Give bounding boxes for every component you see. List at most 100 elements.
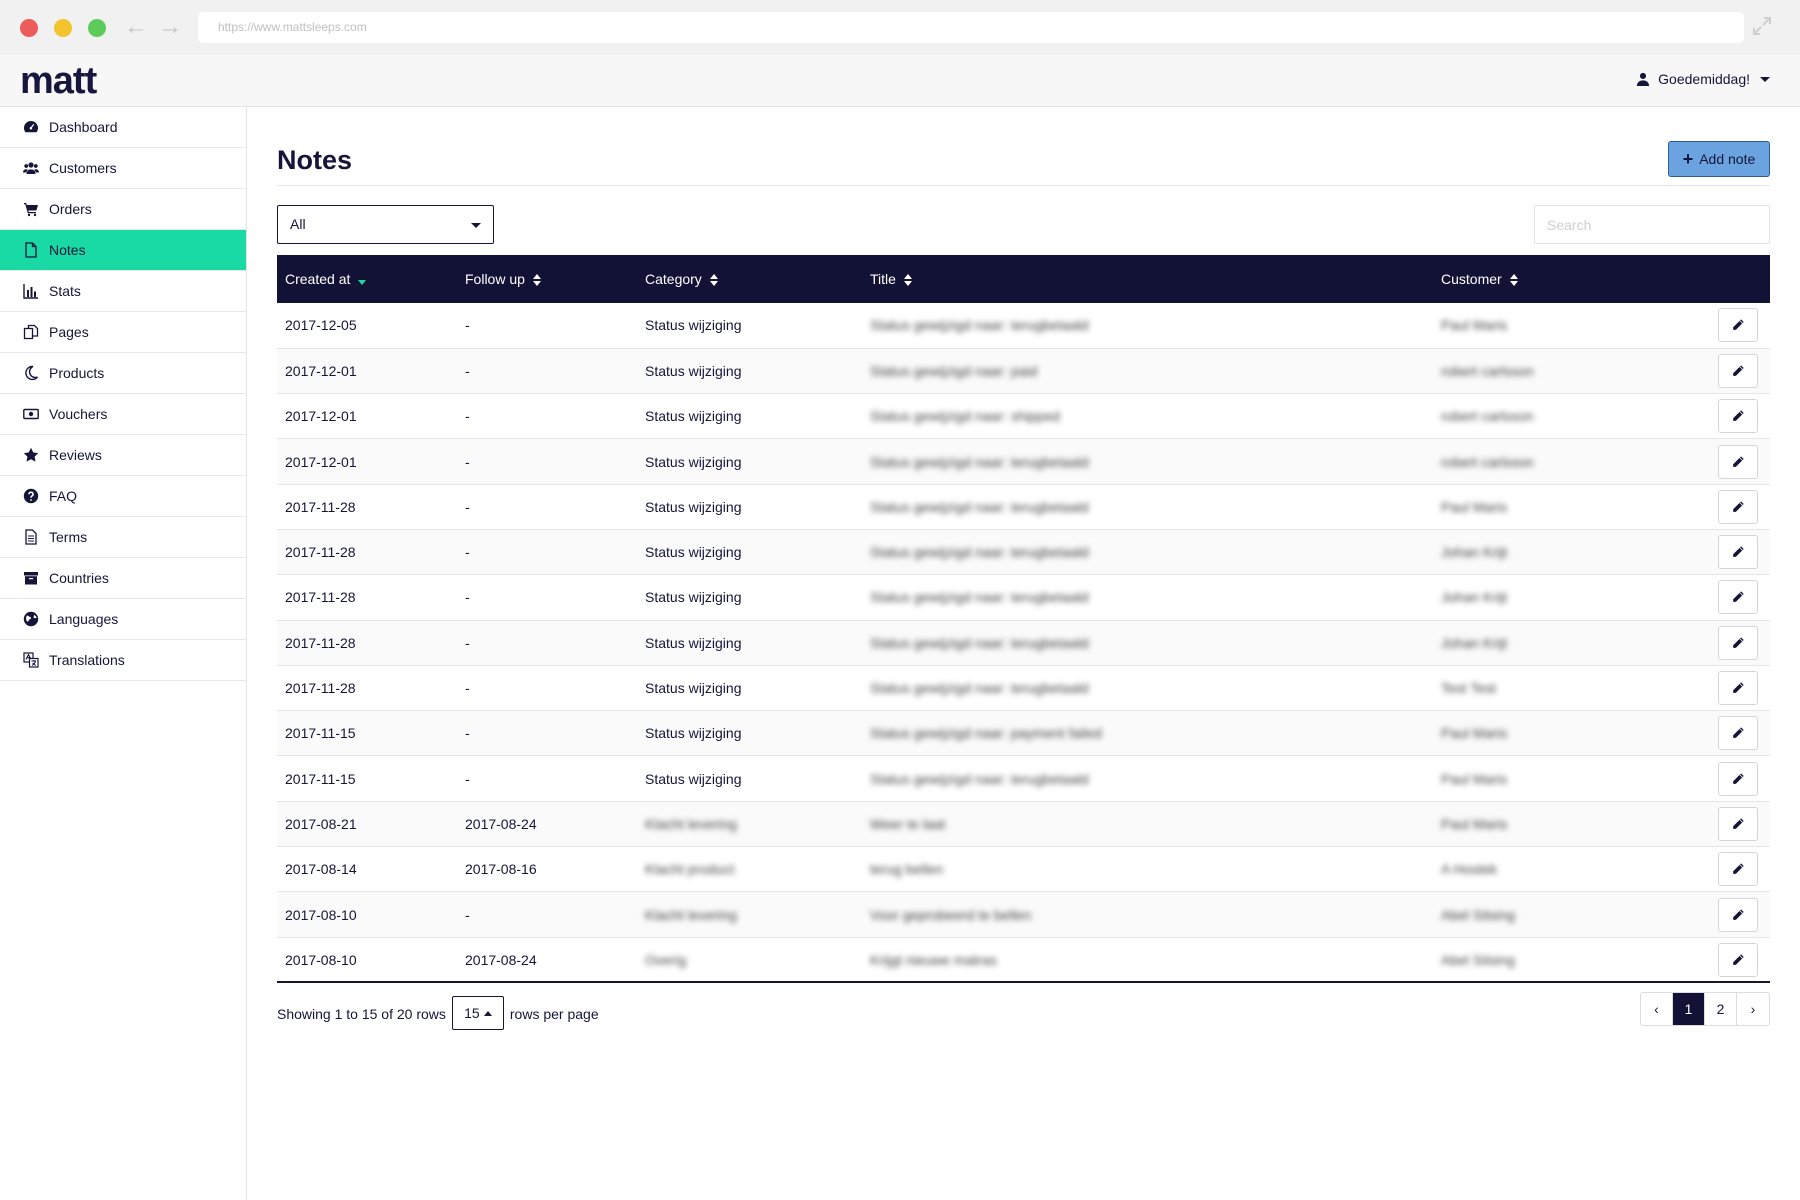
cell-category: Overig xyxy=(645,951,687,968)
table-row[interactable]: 2017-12-01 - Status wijziging Status gewijz… xyxy=(277,348,1770,394)
edit-note-button[interactable] xyxy=(1718,535,1758,570)
edit-note-button[interactable] xyxy=(1718,806,1758,841)
table-row[interactable]: 2017-11-15 - Status wijziging Status gewijz… xyxy=(277,756,1770,802)
sidebar-item-dashboard[interactable]: Dashboard xyxy=(0,107,246,148)
cell-follow-up: - xyxy=(465,680,470,697)
close-window-dot[interactable] xyxy=(20,19,38,37)
table-row[interactable]: 2017-08-14 2017-08-16 Klacht product terug … xyxy=(277,847,1770,892)
sidebar-item-languages[interactable]: Languages xyxy=(0,599,246,640)
pencil-icon xyxy=(1731,953,1745,967)
cell-actions xyxy=(1650,801,1770,846)
column-created-at[interactable]: Created at xyxy=(277,255,457,303)
edit-note-button[interactable] xyxy=(1718,399,1758,434)
edit-note-button[interactable] xyxy=(1718,761,1758,796)
cell-title-td: Status gewijzigd naar: terugbetaald xyxy=(862,575,1433,620)
edit-note-button[interactable] xyxy=(1718,942,1758,977)
edit-note-button[interactable] xyxy=(1718,580,1758,615)
cell-customer: Paul Maris xyxy=(1441,725,1508,742)
cell-created-at: 2017-12-05 xyxy=(285,317,357,334)
cell-actions xyxy=(1650,847,1770,892)
page-2-button[interactable]: 2 xyxy=(1705,993,1737,1025)
cell-created-at-td: 2017-11-28 xyxy=(277,575,457,620)
column-label: Title xyxy=(870,271,896,287)
edit-note-button[interactable] xyxy=(1718,625,1758,660)
cell-follow-up: - xyxy=(465,725,470,742)
table-row[interactable]: 2017-12-01 - Status wijziging Status gewijz… xyxy=(277,394,1770,439)
cell-category: Status wijziging xyxy=(645,770,742,787)
cell-follow-up: - xyxy=(465,317,470,334)
rows-per-page-select[interactable]: 15 xyxy=(451,996,504,1030)
table-row[interactable]: 2017-11-28 - Status wijziging Status gewijz… xyxy=(277,665,1770,711)
cell-title: Status gewijzigd naar: shipped xyxy=(870,408,1060,425)
table-row[interactable]: 2017-11-28 - Status wijziging Status gewijz… xyxy=(277,620,1770,666)
column-title[interactable]: Title xyxy=(862,255,1433,303)
page-1-button[interactable]: 1 xyxy=(1673,993,1705,1025)
maximize-window-dot[interactable] xyxy=(88,19,106,37)
edit-note-button[interactable] xyxy=(1718,444,1758,479)
cell-actions xyxy=(1650,303,1770,348)
sidebar-item-orders[interactable]: Orders xyxy=(0,189,246,230)
edit-note-button[interactable] xyxy=(1718,353,1758,388)
search-input[interactable] xyxy=(1534,205,1770,244)
sort-icon xyxy=(532,274,541,287)
sidebar-item-terms[interactable]: Terms xyxy=(0,517,246,558)
sidebar-item-stats[interactable]: Stats xyxy=(0,271,246,312)
table-row[interactable]: 2017-11-28 - Status wijziging Status gewijz… xyxy=(277,575,1770,621)
sidebar-item-products[interactable]: Products xyxy=(0,353,246,394)
cell-title: Krijgt nieuwe matras xyxy=(870,951,997,968)
sidebar-item-translations[interactable]: Translations xyxy=(0,640,246,681)
column-label: Follow up xyxy=(465,271,525,287)
rows-per-page-value: 15 xyxy=(464,1005,480,1021)
cell-category-td: Status wijziging xyxy=(637,575,862,620)
title-divider xyxy=(277,185,1770,186)
table-row[interactable]: 2017-11-28 - Status wijziging Status gewijz… xyxy=(277,529,1770,575)
sidebar-item-reviews[interactable]: Reviews xyxy=(0,435,246,476)
edit-note-button[interactable] xyxy=(1718,489,1758,524)
column-follow-up[interactable]: Follow up xyxy=(457,255,637,303)
table-row[interactable]: 2017-12-01 - Status wijziging Status gewijz… xyxy=(277,438,1770,485)
edit-note-button[interactable] xyxy=(1718,897,1758,932)
category-filter-select[interactable]: All xyxy=(277,205,494,244)
column-category[interactable]: Category xyxy=(637,255,862,303)
edit-note-button[interactable] xyxy=(1718,308,1758,343)
add-note-button[interactable]: + Add note xyxy=(1668,141,1770,177)
table-row[interactable]: 2017-08-21 2017-08-24 Klacht levering Weer … xyxy=(277,801,1770,847)
back-arrow-icon[interactable]: ← xyxy=(124,13,148,41)
sidebar-item-notes[interactable]: Notes xyxy=(0,230,246,271)
table-row[interactable]: 2017-11-28 - Status wijziging Status gewijz… xyxy=(277,484,1770,530)
table-row[interactable]: 2017-08-10 - Klacht levering Voor geprobeer… xyxy=(277,891,1770,938)
chevron-down-icon xyxy=(1760,76,1770,82)
user-menu[interactable]: Goedemiddag! xyxy=(1636,71,1770,87)
table-row[interactable]: 2017-08-10 2017-08-24 Overig Krijgt nieuwe … xyxy=(277,937,1770,983)
pencil-icon xyxy=(1731,681,1745,695)
cell-title-td: Status gewijzigd naar: paid xyxy=(862,348,1433,393)
cell-title-td: Krijgt nieuwe matras xyxy=(862,937,1433,982)
cell-follow-up-td: - xyxy=(457,394,637,439)
prev-page-button[interactable]: ‹ xyxy=(1641,993,1673,1025)
edit-note-button[interactable] xyxy=(1718,852,1758,887)
expand-icon[interactable] xyxy=(1750,14,1774,38)
cell-title-td: Status gewijzigd naar: terugbetaald xyxy=(862,620,1433,665)
sidebar-item-faq[interactable]: FAQ xyxy=(0,476,246,517)
sidebar-item-customers[interactable]: Customers xyxy=(0,148,246,189)
table-row[interactable]: 2017-11-15 - Status wijziging Status gewijz… xyxy=(277,710,1770,756)
sidebar-item-label: Notes xyxy=(49,242,86,258)
cell-created-at: 2017-11-28 xyxy=(285,680,356,697)
url-bar[interactable]: https://www.mattsleeps.com xyxy=(198,12,1744,43)
logo[interactable]: matt xyxy=(20,59,97,103)
sidebar-item-vouchers[interactable]: Vouchers xyxy=(0,394,246,435)
cell-follow-up-td: 2017-08-24 xyxy=(457,937,637,982)
edit-note-button[interactable] xyxy=(1718,671,1758,706)
cell-customer-td: Johan Krijt xyxy=(1433,575,1650,620)
column-customer[interactable]: Customer xyxy=(1433,255,1650,303)
sidebar-item-pages[interactable]: Pages xyxy=(0,312,246,353)
cell-category: Status wijziging xyxy=(645,634,742,651)
sidebar-item-countries[interactable]: Countries xyxy=(0,558,246,599)
minimize-window-dot[interactable] xyxy=(54,19,72,37)
table-row[interactable]: 2017-12-05 - Status wijziging Status gewijz… xyxy=(277,303,1770,349)
forward-arrow-icon[interactable]: → xyxy=(158,13,182,41)
next-page-button[interactable]: › xyxy=(1737,993,1769,1025)
edit-note-button[interactable] xyxy=(1718,716,1758,751)
cell-title-td: terug bellen xyxy=(862,847,1433,892)
bar-chart-icon xyxy=(22,282,40,300)
